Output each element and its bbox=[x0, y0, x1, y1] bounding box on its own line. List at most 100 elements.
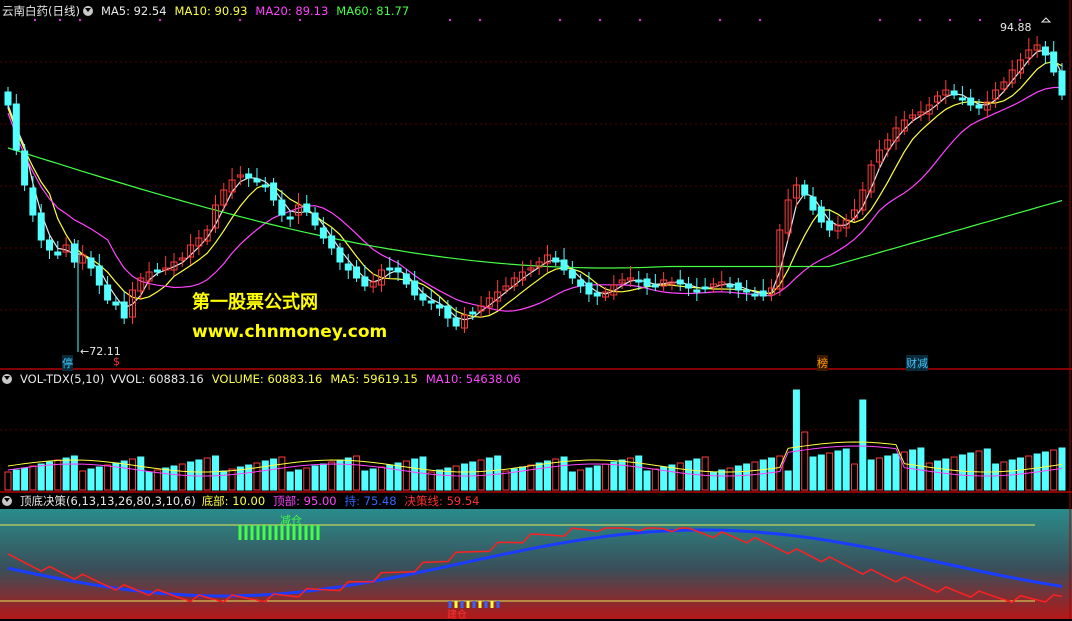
volume-bar bbox=[270, 458, 278, 491]
volume-bar bbox=[768, 457, 776, 491]
candle-body bbox=[643, 278, 651, 287]
ma10-label: MA10: 90.93 bbox=[174, 4, 248, 18]
candle-body bbox=[21, 150, 29, 186]
candle-body bbox=[411, 280, 419, 296]
candle-body bbox=[29, 187, 37, 216]
marker-dollar[interactable]: $ bbox=[113, 355, 120, 368]
signal-dot bbox=[948, 18, 952, 22]
volume-label: VOLUME: 60883.16 bbox=[211, 372, 323, 386]
candle-body bbox=[585, 282, 593, 295]
hold-label: 持: 75.48 bbox=[344, 494, 397, 508]
vvol-label: VVOL: 60883.16 bbox=[110, 372, 204, 386]
candle-body bbox=[743, 289, 751, 293]
candle-body bbox=[87, 257, 95, 269]
candle-body bbox=[427, 300, 435, 304]
candle-body bbox=[759, 290, 767, 297]
volume-bar bbox=[975, 450, 983, 491]
candle-body bbox=[452, 317, 460, 327]
candle-body bbox=[353, 266, 361, 279]
candle-body bbox=[701, 286, 709, 290]
volume-bar bbox=[228, 468, 236, 491]
collapse-icon[interactable] bbox=[2, 496, 12, 506]
volume-bar bbox=[12, 469, 20, 491]
volume-bar bbox=[402, 460, 410, 491]
volume-bar bbox=[726, 467, 734, 491]
candle-body bbox=[386, 267, 394, 271]
volume-title[interactable]: VOL-TDX(5,10) bbox=[20, 371, 104, 387]
marker-suspend[interactable]: 停 bbox=[62, 355, 73, 371]
candle-body bbox=[54, 251, 62, 256]
stock-title[interactable]: 云南白药(日线) bbox=[2, 3, 80, 19]
volume-bar bbox=[585, 467, 593, 491]
volume-bar bbox=[826, 452, 834, 491]
candle-body bbox=[45, 239, 53, 251]
ma20-label: MA20: 89.13 bbox=[255, 4, 329, 18]
volume-bar bbox=[87, 468, 95, 491]
candle-body bbox=[436, 304, 444, 309]
candle-body bbox=[153, 269, 161, 273]
marker-list[interactable]: 榜 bbox=[817, 355, 828, 371]
volume-bar bbox=[942, 458, 950, 491]
collapse-icon[interactable] bbox=[2, 374, 12, 384]
volume-bar bbox=[369, 468, 377, 491]
volume-bar bbox=[734, 465, 742, 491]
candle-body bbox=[751, 293, 759, 297]
candle-body bbox=[444, 305, 452, 319]
candle-body bbox=[817, 206, 825, 223]
volume-bar bbox=[361, 470, 369, 491]
indicator-title[interactable]: 顶底决策(6,13,13,26,80,3,10,6) bbox=[20, 493, 196, 509]
signal-dot bbox=[718, 18, 722, 22]
volume-bar bbox=[535, 462, 543, 491]
chart-canvas[interactable] bbox=[0, 0, 1072, 619]
signal-dot bbox=[878, 18, 882, 22]
signal-dot bbox=[78, 18, 82, 22]
volume-bar bbox=[668, 464, 676, 491]
candle-body bbox=[95, 265, 103, 286]
volume-bar bbox=[37, 463, 45, 491]
volume-bar bbox=[485, 457, 493, 491]
candle-body bbox=[726, 284, 734, 288]
candle-body bbox=[419, 293, 427, 301]
watermark-title: 第一股票公式网 bbox=[192, 292, 318, 313]
volume-bar bbox=[992, 463, 1000, 491]
volume-bar bbox=[917, 447, 925, 491]
volume-bar bbox=[610, 461, 618, 491]
candle-body bbox=[1041, 46, 1049, 56]
volume-bar bbox=[685, 460, 693, 491]
candle-body bbox=[261, 184, 269, 188]
candle-body bbox=[593, 292, 601, 297]
signal-dot bbox=[158, 18, 162, 22]
volume-bar bbox=[328, 461, 336, 491]
signal-dot bbox=[638, 18, 642, 22]
top-label: 顶部: 95.00 bbox=[273, 494, 337, 508]
volume-bar bbox=[983, 448, 991, 491]
volume-bar bbox=[676, 462, 684, 491]
collapse-icon[interactable] bbox=[82, 6, 93, 16]
candle-body bbox=[270, 182, 278, 201]
volume-bar bbox=[178, 463, 186, 491]
reduce-position-text: 减仓 bbox=[280, 514, 302, 527]
volume-bar bbox=[319, 463, 327, 491]
signal-dot bbox=[58, 18, 62, 22]
candle-body bbox=[685, 283, 693, 289]
volume-bar bbox=[195, 459, 203, 491]
watermark-url: www.chnmoney.com bbox=[192, 322, 388, 342]
volume-bar bbox=[784, 470, 792, 491]
volume-bar bbox=[651, 468, 659, 491]
volume-bar bbox=[4, 471, 12, 491]
candle-body bbox=[469, 311, 477, 315]
high-price-label: 94.88 bbox=[1000, 21, 1032, 34]
volume-bar bbox=[145, 471, 153, 491]
volume-bar bbox=[817, 454, 825, 491]
volume-bars[interactable] bbox=[4, 389, 1066, 491]
volume-bar bbox=[79, 470, 87, 491]
volume-bar bbox=[137, 456, 145, 491]
bottom-label: 底部: 10.00 bbox=[201, 494, 266, 508]
volume-bar bbox=[203, 457, 211, 491]
candle-body bbox=[552, 257, 560, 263]
marker-finance[interactable]: 财减 bbox=[906, 355, 928, 371]
candle-body bbox=[394, 267, 402, 273]
volume-bar bbox=[635, 455, 643, 491]
volume-bar bbox=[170, 465, 178, 491]
volume-bar bbox=[62, 457, 70, 491]
